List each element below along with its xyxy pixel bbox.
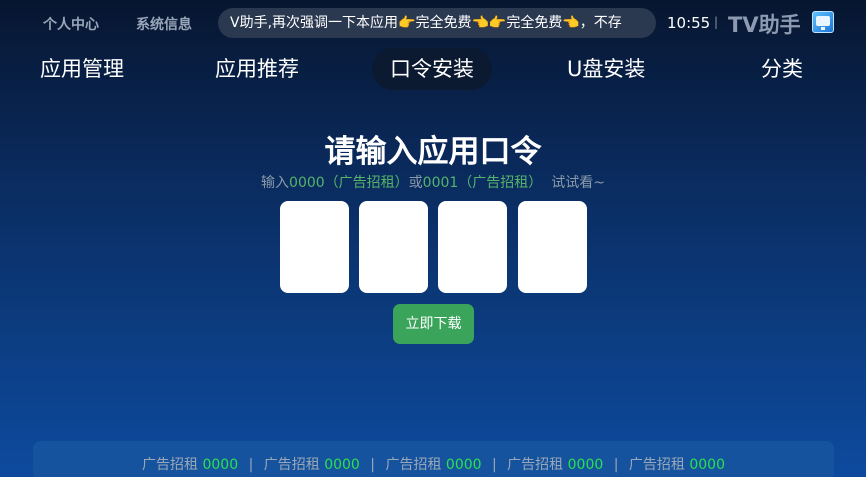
code-input-1[interactable] xyxy=(280,201,349,293)
ad-code[interactable]: 0000 xyxy=(202,457,238,473)
app-brand-title: TV助手 xyxy=(728,13,801,37)
top-bar: 个人中心 系统信息 V助手,再次强调一下本应用👉完全免费👈👉完全免费👈，不存 1… xyxy=(0,0,866,44)
tab-app-recommend[interactable]: 应用推荐 xyxy=(197,48,317,90)
code-input-2[interactable] xyxy=(359,201,428,293)
personal-center-link[interactable]: 个人中心 xyxy=(43,14,99,34)
tab-usb-install[interactable]: U盘安装 xyxy=(549,48,663,90)
hint-code-2: 0001（广告招租） xyxy=(422,175,543,191)
clock: 10:55 xyxy=(667,14,711,32)
header-divider: | xyxy=(714,15,719,29)
ad-code[interactable]: 0000 xyxy=(446,457,482,473)
ad-divider: | xyxy=(613,457,619,473)
ad-label: 广告招租 xyxy=(142,457,199,473)
hint-prefix: 输入 xyxy=(261,175,290,191)
ad-code[interactable]: 0000 xyxy=(568,457,604,473)
ad-label: 广告招租 xyxy=(507,457,564,473)
ad-divider: | xyxy=(370,457,375,473)
announcement-marquee: V助手,再次强调一下本应用👉完全免费👈👉完全免费👈，不存 xyxy=(218,8,656,38)
ad-bar: 广告招租 0000 | 广告招租 0000 | 广告招租 0000 | 广告招租… xyxy=(33,441,834,477)
page-title: 请输入应用口令 xyxy=(324,134,542,170)
ad-code[interactable]: 0000 xyxy=(324,457,360,473)
code-input-3[interactable] xyxy=(438,201,507,293)
ad-label: 广告招租 xyxy=(628,457,685,473)
marquee-text: V助手,再次强调一下本应用👉完全免费👈👉完全免费👈，不存 xyxy=(230,15,622,31)
download-button[interactable]: 立即下载 xyxy=(393,304,474,344)
hint-code-1: 0000（广告招租） xyxy=(289,175,409,191)
hint-mid: 或 xyxy=(408,175,423,191)
tv-app-icon[interactable] xyxy=(812,11,834,33)
tab-app-management[interactable]: 应用管理 xyxy=(22,48,142,90)
ad-divider: | xyxy=(492,457,497,473)
ad-code[interactable]: 0000 xyxy=(689,457,725,473)
tab-code-install[interactable]: 口令安装 xyxy=(372,48,492,90)
hint-text: 输入0000（广告招租）或0001（广告招租） 试试看~ xyxy=(0,172,866,192)
ad-label: 广告招租 xyxy=(385,457,442,473)
system-info-link[interactable]: 系统信息 xyxy=(136,14,192,34)
hint-suffix: 试试看~ xyxy=(542,175,605,191)
code-input-4[interactable] xyxy=(518,201,587,293)
tab-categories[interactable]: 分类 xyxy=(743,48,821,90)
ad-divider: | xyxy=(248,457,254,473)
ad-label: 广告招租 xyxy=(263,457,320,473)
